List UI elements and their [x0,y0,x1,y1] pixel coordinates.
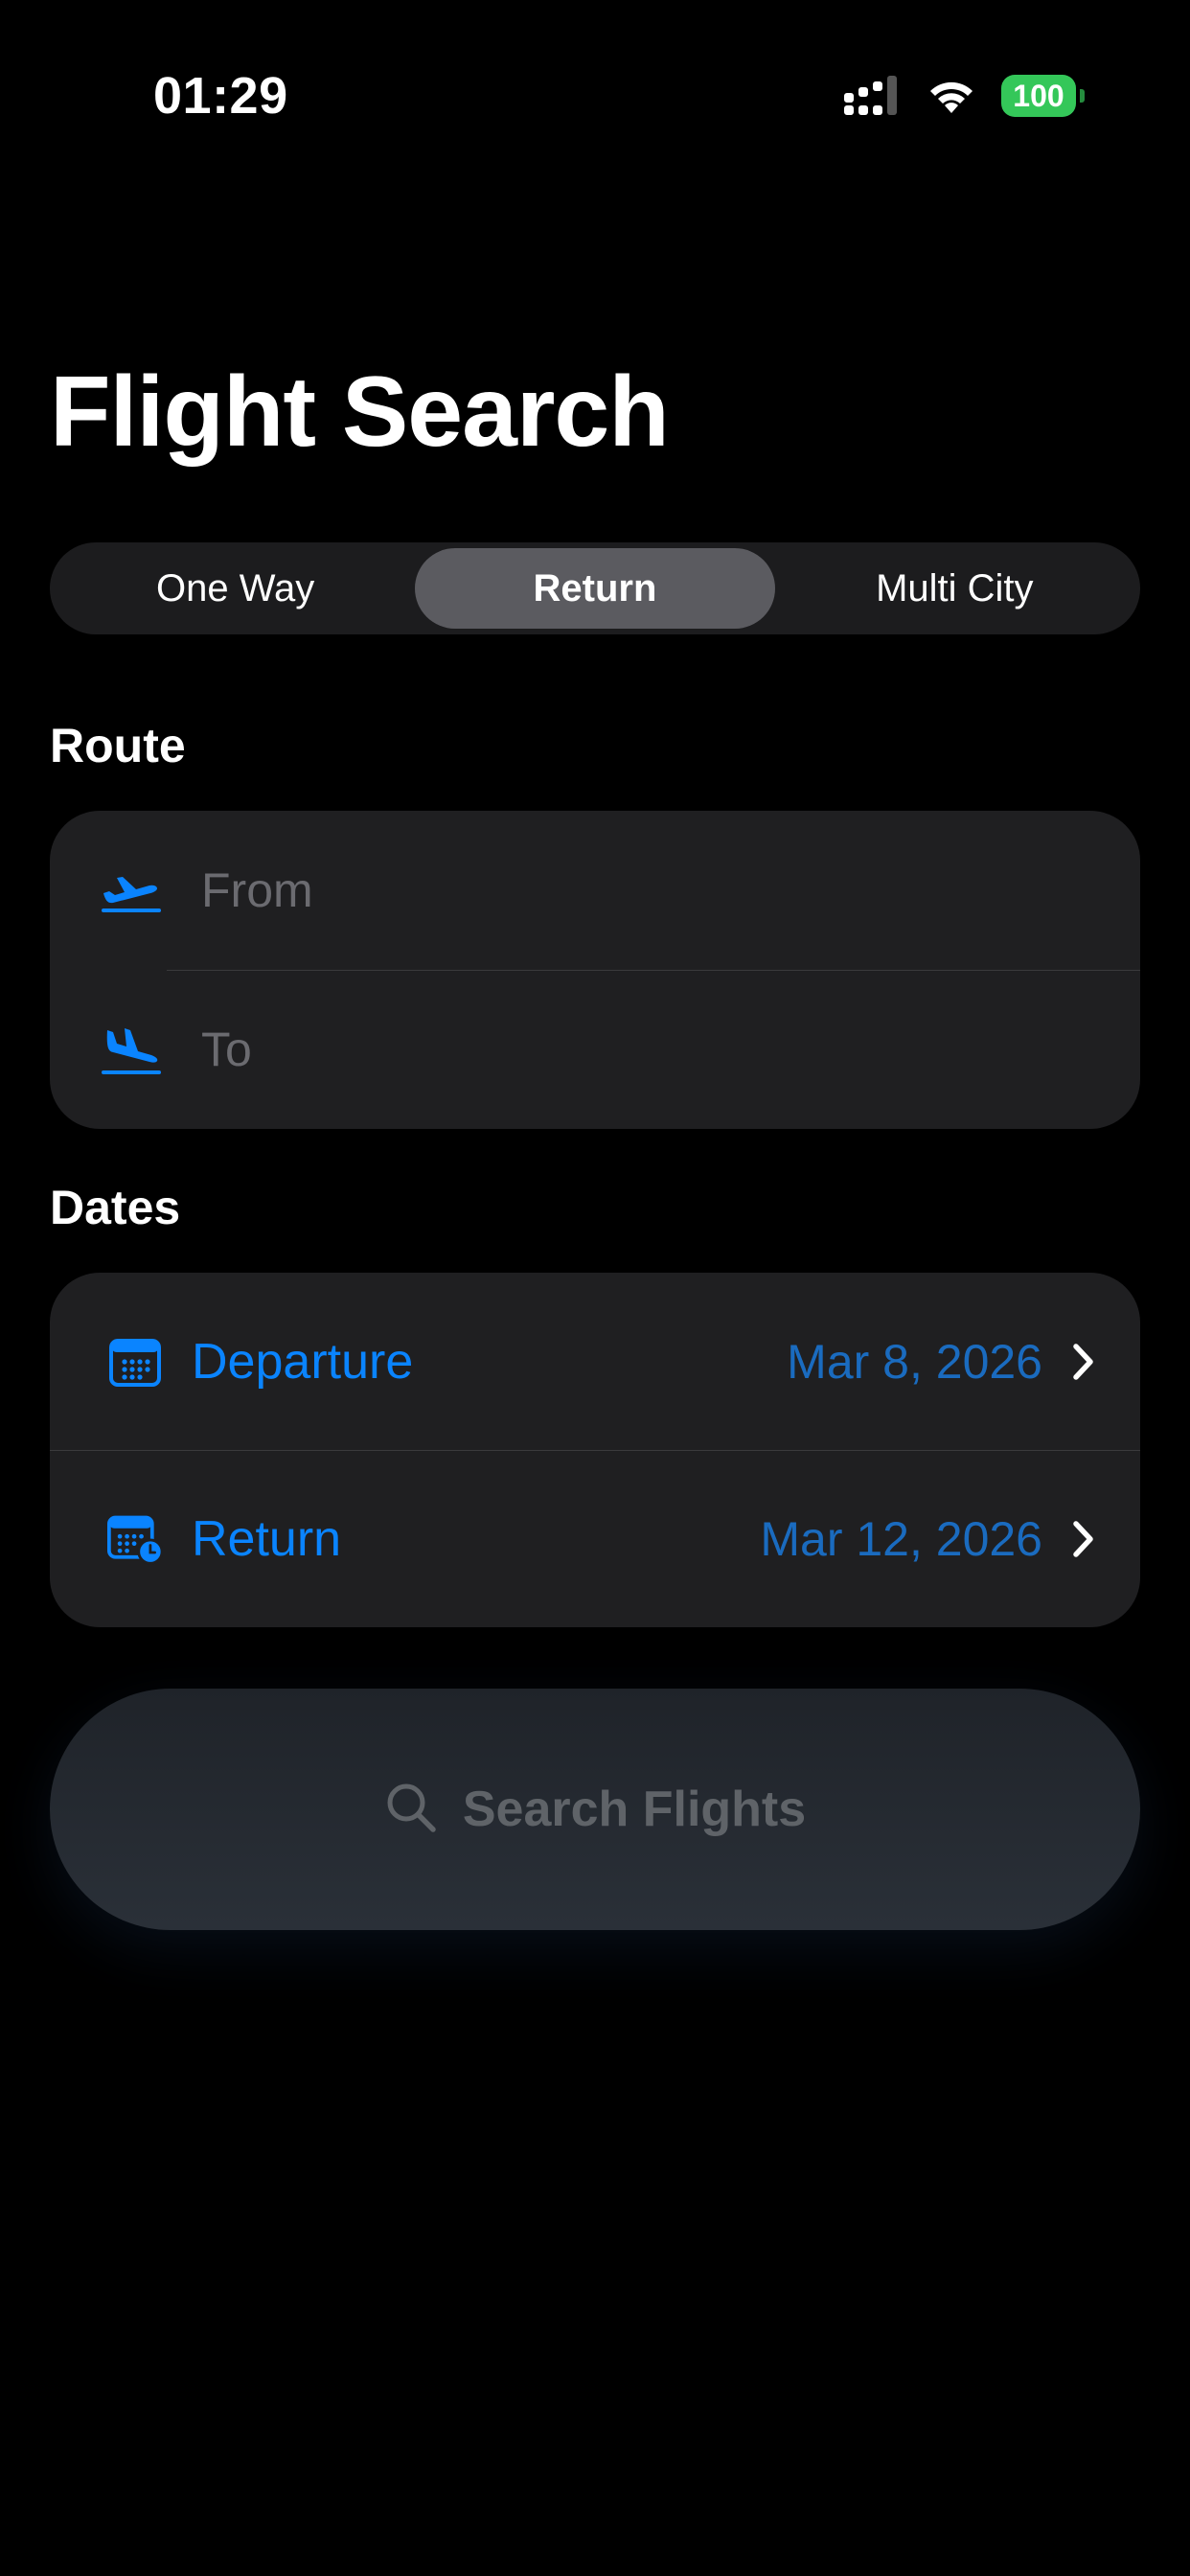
segment-one-way[interactable]: One Way [56,548,415,629]
battery-cap [1080,89,1085,103]
route-card [50,811,1140,1129]
departure-row[interactable]: Departure Mar 8, 2026 [50,1273,1140,1450]
route-section-header: Route [50,719,186,772]
airplane-departure-icon [100,863,163,917]
segment-multi-city[interactable]: Multi City [775,548,1134,629]
calendar-icon [107,1335,163,1389]
search-flights-label: Search Flights [462,1782,807,1837]
segment-return[interactable]: Return [415,548,775,629]
return-date-row[interactable]: Return Mar 12, 2026 [50,1450,1140,1627]
airplane-arrival-icon [100,1023,163,1076]
status-icons: 100 [844,69,1085,123]
chevron-right-icon [1071,1519,1096,1559]
page-title: Flight Search [50,356,670,468]
from-row[interactable] [50,811,1140,970]
chevron-right-icon [1071,1342,1096,1382]
calendar-clock-icon [107,1512,163,1566]
wifi-icon [927,77,976,115]
status-time: 01:29 [153,67,288,125]
to-row[interactable] [50,970,1140,1129]
from-input[interactable] [201,862,1064,918]
departure-date-value: Mar 8, 2026 [787,1334,1042,1389]
search-flights-button[interactable]: Search Flights [50,1689,1140,1930]
battery-level: 100 [1001,75,1076,117]
return-date-value: Mar 12, 2026 [760,1511,1042,1566]
trip-type-segmented-control: One Way Return Multi City [50,542,1140,634]
departure-label: Departure [192,1333,414,1390]
return-label: Return [192,1510,342,1567]
signal-icon [844,76,902,116]
dates-card: Departure Mar 8, 2026 Return Mar 12, 202… [50,1273,1140,1627]
search-icon [384,1781,438,1839]
dates-section-header: Dates [50,1181,181,1234]
to-input[interactable] [201,1022,1064,1077]
battery-icon: 100 [1001,75,1085,117]
